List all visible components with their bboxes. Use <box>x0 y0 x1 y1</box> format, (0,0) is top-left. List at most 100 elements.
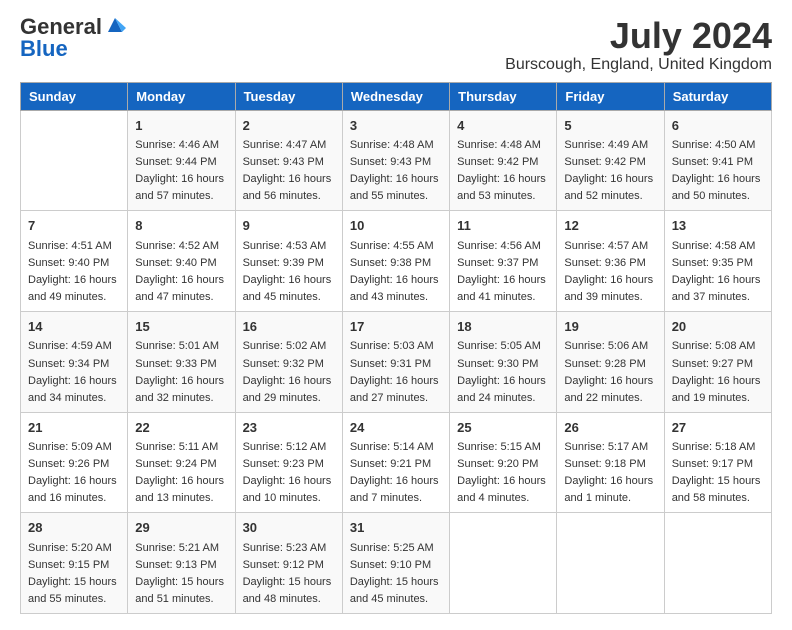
day-number: 12 <box>564 216 656 236</box>
cell-sun-info: Sunrise: 4:51 AMSunset: 9:40 PMDaylight:… <box>28 238 120 306</box>
calendar-cell: 8Sunrise: 4:52 AMSunset: 9:40 PMDaylight… <box>128 211 235 312</box>
day-number: 31 <box>350 518 442 538</box>
calendar-cell: 27Sunrise: 5:18 AMSunset: 9:17 PMDayligh… <box>664 412 771 513</box>
cell-sun-info: Sunrise: 4:49 AMSunset: 9:42 PMDaylight:… <box>564 137 656 205</box>
day-number: 22 <box>135 418 227 438</box>
title-area: July 2024 Burscough, England, United Kin… <box>505 16 772 74</box>
calendar-week-row: 1Sunrise: 4:46 AMSunset: 9:44 PMDaylight… <box>21 110 772 211</box>
cell-sun-info: Sunrise: 4:56 AMSunset: 9:37 PMDaylight:… <box>457 238 549 306</box>
day-number: 25 <box>457 418 549 438</box>
calendar-cell: 24Sunrise: 5:14 AMSunset: 9:21 PMDayligh… <box>342 412 449 513</box>
cell-sun-info: Sunrise: 4:46 AMSunset: 9:44 PMDaylight:… <box>135 137 227 205</box>
cell-sun-info: Sunrise: 5:03 AMSunset: 9:31 PMDaylight:… <box>350 338 442 406</box>
calendar-cell: 29Sunrise: 5:21 AMSunset: 9:13 PMDayligh… <box>128 513 235 614</box>
calendar-cell: 9Sunrise: 4:53 AMSunset: 9:39 PMDaylight… <box>235 211 342 312</box>
cell-sun-info: Sunrise: 4:57 AMSunset: 9:36 PMDaylight:… <box>564 238 656 306</box>
cell-sun-info: Sunrise: 4:58 AMSunset: 9:35 PMDaylight:… <box>672 238 764 306</box>
calendar-cell: 28Sunrise: 5:20 AMSunset: 9:15 PMDayligh… <box>21 513 128 614</box>
day-header-saturday: Saturday <box>664 82 771 110</box>
calendar-cell: 17Sunrise: 5:03 AMSunset: 9:31 PMDayligh… <box>342 311 449 412</box>
calendar-week-row: 7Sunrise: 4:51 AMSunset: 9:40 PMDaylight… <box>21 211 772 312</box>
day-number: 6 <box>672 116 764 136</box>
logo-icon <box>104 14 126 36</box>
calendar-table: SundayMondayTuesdayWednesdayThursdayFrid… <box>20 82 772 614</box>
calendar-cell: 6Sunrise: 4:50 AMSunset: 9:41 PMDaylight… <box>664 110 771 211</box>
calendar-cell <box>557 513 664 614</box>
calendar-cell: 22Sunrise: 5:11 AMSunset: 9:24 PMDayligh… <box>128 412 235 513</box>
calendar-body: 1Sunrise: 4:46 AMSunset: 9:44 PMDaylight… <box>21 110 772 613</box>
day-number: 27 <box>672 418 764 438</box>
day-number: 30 <box>243 518 335 538</box>
cell-sun-info: Sunrise: 5:01 AMSunset: 9:33 PMDaylight:… <box>135 338 227 406</box>
calendar-cell: 14Sunrise: 4:59 AMSunset: 9:34 PMDayligh… <box>21 311 128 412</box>
calendar-cell: 20Sunrise: 5:08 AMSunset: 9:27 PMDayligh… <box>664 311 771 412</box>
day-header-sunday: Sunday <box>21 82 128 110</box>
calendar-cell: 16Sunrise: 5:02 AMSunset: 9:32 PMDayligh… <box>235 311 342 412</box>
cell-sun-info: Sunrise: 4:59 AMSunset: 9:34 PMDaylight:… <box>28 338 120 406</box>
location-subtitle: Burscough, England, United Kingdom <box>505 56 772 74</box>
calendar-cell: 3Sunrise: 4:48 AMSunset: 9:43 PMDaylight… <box>342 110 449 211</box>
day-number: 1 <box>135 116 227 136</box>
cell-sun-info: Sunrise: 4:48 AMSunset: 9:42 PMDaylight:… <box>457 137 549 205</box>
calendar-cell: 1Sunrise: 4:46 AMSunset: 9:44 PMDaylight… <box>128 110 235 211</box>
day-number: 5 <box>564 116 656 136</box>
day-number: 11 <box>457 216 549 236</box>
calendar-cell: 11Sunrise: 4:56 AMSunset: 9:37 PMDayligh… <box>450 211 557 312</box>
day-number: 23 <box>243 418 335 438</box>
calendar-cell <box>21 110 128 211</box>
day-number: 10 <box>350 216 442 236</box>
day-number: 19 <box>564 317 656 337</box>
day-header-friday: Friday <box>557 82 664 110</box>
day-header-wednesday: Wednesday <box>342 82 449 110</box>
day-number: 9 <box>243 216 335 236</box>
calendar-week-row: 21Sunrise: 5:09 AMSunset: 9:26 PMDayligh… <box>21 412 772 513</box>
day-number: 28 <box>28 518 120 538</box>
calendar-cell: 15Sunrise: 5:01 AMSunset: 9:33 PMDayligh… <box>128 311 235 412</box>
calendar-cell <box>450 513 557 614</box>
cell-sun-info: Sunrise: 4:55 AMSunset: 9:38 PMDaylight:… <box>350 238 442 306</box>
calendar-cell: 21Sunrise: 5:09 AMSunset: 9:26 PMDayligh… <box>21 412 128 513</box>
cell-sun-info: Sunrise: 5:14 AMSunset: 9:21 PMDaylight:… <box>350 439 442 507</box>
cell-sun-info: Sunrise: 5:23 AMSunset: 9:12 PMDaylight:… <box>243 540 335 608</box>
cell-sun-info: Sunrise: 5:02 AMSunset: 9:32 PMDaylight:… <box>243 338 335 406</box>
month-year-title: July 2024 <box>505 16 772 56</box>
calendar-cell: 5Sunrise: 4:49 AMSunset: 9:42 PMDaylight… <box>557 110 664 211</box>
cell-sun-info: Sunrise: 5:09 AMSunset: 9:26 PMDaylight:… <box>28 439 120 507</box>
calendar-week-row: 28Sunrise: 5:20 AMSunset: 9:15 PMDayligh… <box>21 513 772 614</box>
cell-sun-info: Sunrise: 5:06 AMSunset: 9:28 PMDaylight:… <box>564 338 656 406</box>
day-number: 2 <box>243 116 335 136</box>
cell-sun-info: Sunrise: 5:21 AMSunset: 9:13 PMDaylight:… <box>135 540 227 608</box>
logo-general-text: General <box>20 16 102 38</box>
logo-blue-text: Blue <box>20 36 68 61</box>
day-number: 4 <box>457 116 549 136</box>
cell-sun-info: Sunrise: 4:52 AMSunset: 9:40 PMDaylight:… <box>135 238 227 306</box>
calendar-cell: 18Sunrise: 5:05 AMSunset: 9:30 PMDayligh… <box>450 311 557 412</box>
calendar-cell: 4Sunrise: 4:48 AMSunset: 9:42 PMDaylight… <box>450 110 557 211</box>
calendar-cell: 30Sunrise: 5:23 AMSunset: 9:12 PMDayligh… <box>235 513 342 614</box>
cell-sun-info: Sunrise: 5:15 AMSunset: 9:20 PMDaylight:… <box>457 439 549 507</box>
day-header-tuesday: Tuesday <box>235 82 342 110</box>
day-header-thursday: Thursday <box>450 82 557 110</box>
calendar-cell: 7Sunrise: 4:51 AMSunset: 9:40 PMDaylight… <box>21 211 128 312</box>
day-number: 20 <box>672 317 764 337</box>
cell-sun-info: Sunrise: 5:25 AMSunset: 9:10 PMDaylight:… <box>350 540 442 608</box>
cell-sun-info: Sunrise: 5:18 AMSunset: 9:17 PMDaylight:… <box>672 439 764 507</box>
calendar-cell: 2Sunrise: 4:47 AMSunset: 9:43 PMDaylight… <box>235 110 342 211</box>
day-number: 3 <box>350 116 442 136</box>
calendar-week-row: 14Sunrise: 4:59 AMSunset: 9:34 PMDayligh… <box>21 311 772 412</box>
calendar-cell: 19Sunrise: 5:06 AMSunset: 9:28 PMDayligh… <box>557 311 664 412</box>
calendar-header-row: SundayMondayTuesdayWednesdayThursdayFrid… <box>21 82 772 110</box>
cell-sun-info: Sunrise: 5:12 AMSunset: 9:23 PMDaylight:… <box>243 439 335 507</box>
day-number: 18 <box>457 317 549 337</box>
cell-sun-info: Sunrise: 5:17 AMSunset: 9:18 PMDaylight:… <box>564 439 656 507</box>
logo: General Blue <box>20 16 126 61</box>
day-number: 13 <box>672 216 764 236</box>
calendar-cell: 10Sunrise: 4:55 AMSunset: 9:38 PMDayligh… <box>342 211 449 312</box>
day-number: 7 <box>28 216 120 236</box>
day-number: 29 <box>135 518 227 538</box>
day-number: 17 <box>350 317 442 337</box>
cell-sun-info: Sunrise: 5:05 AMSunset: 9:30 PMDaylight:… <box>457 338 549 406</box>
day-header-monday: Monday <box>128 82 235 110</box>
calendar-cell: 25Sunrise: 5:15 AMSunset: 9:20 PMDayligh… <box>450 412 557 513</box>
day-number: 14 <box>28 317 120 337</box>
